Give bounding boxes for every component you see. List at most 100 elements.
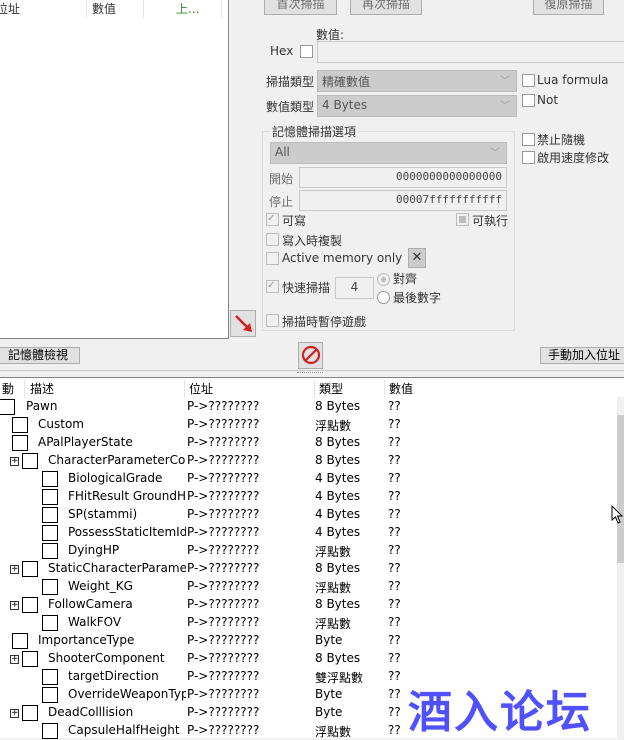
alignment-radio[interactable] — [377, 273, 390, 286]
speedhack-checkbox[interactable] — [522, 151, 535, 164]
active-checkbox[interactable] — [12, 417, 28, 433]
add-address-manually-button[interactable]: 手動加入位址 — [540, 347, 624, 364]
col-value[interactable]: 數值 — [385, 380, 445, 398]
col-description[interactable]: 描述 — [26, 380, 185, 398]
last-digits-radio[interactable] — [377, 291, 390, 304]
executable-checkbox[interactable] — [456, 213, 469, 226]
close-icon[interactable]: ✕ — [408, 248, 426, 268]
writable-checkbox[interactable]: ✓ — [266, 213, 279, 226]
scan-type-select[interactable]: 精確數值 ﹀ — [317, 70, 517, 92]
active-checkbox[interactable] — [42, 543, 58, 559]
table-row[interactable]: DyingHP P->???????? 浮點數?? — [0, 542, 615, 560]
table-row[interactable]: PossessStaticItemId P->???????? 4 Bytes?? — [0, 524, 615, 542]
active-checkbox[interactable] — [42, 579, 58, 595]
active-checkbox[interactable] — [12, 435, 28, 451]
row-description: StaticCharacterParameter — [48, 561, 186, 575]
table-row[interactable]: WalkFOV P->???????? 浮點數?? — [0, 614, 615, 632]
value-input[interactable] — [317, 41, 624, 63]
col-value[interactable]: 數值 — [88, 0, 144, 18]
active-checkbox[interactable] — [42, 507, 58, 523]
table-row[interactable]: + StaticCharacterParameterP->???????? 8 By… — [0, 560, 615, 578]
region-value: All — [275, 145, 290, 159]
row-address: P->???????? — [187, 705, 260, 719]
splitter-grip[interactable] — [297, 372, 323, 374]
col-active[interactable]: 動 — [0, 380, 25, 398]
active-checkbox[interactable] — [42, 489, 58, 505]
active-checkbox[interactable] — [22, 453, 38, 469]
table-row[interactable]: SP(stammi) P->???????? 4 Bytes?? — [0, 506, 615, 524]
table-row[interactable]: + CharacterParameterComponentP->???????? 8… — [0, 452, 615, 470]
col-address[interactable]: 位址 — [185, 380, 315, 398]
chevron-down-icon: ﹀ — [500, 76, 510, 87]
active-checkbox[interactable] — [42, 615, 58, 631]
row-description: BiologicalGrade — [68, 471, 163, 485]
table-row[interactable]: + ShooterComponent P->???????? 8 Bytes?? — [0, 650, 615, 668]
row-type: 浮點數 — [315, 617, 352, 631]
row-value: ?? — [388, 561, 401, 575]
fast-scan-input[interactable]: 4 — [335, 277, 374, 299]
table-row[interactable]: ImportanceType P->???????? Byte?? — [0, 632, 615, 650]
value-type-select[interactable]: 4 Bytes ﹀ — [317, 95, 517, 117]
mouse-cursor-icon — [611, 505, 624, 524]
stop-address-input[interactable]: 00007fffffffffff — [299, 190, 507, 211]
region-select[interactable]: All ﹀ — [270, 142, 507, 164]
add-to-list-arrow-button[interactable] — [230, 310, 256, 337]
row-type: 4 Bytes — [315, 507, 361, 521]
table-row[interactable]: FHitResult GroundHit P->???????? 4 Bytes?? — [0, 488, 615, 506]
row-address: P->???????? — [187, 489, 260, 503]
value-type-label: 數值類型 — [266, 100, 315, 114]
pause-game-checkbox[interactable] — [266, 314, 279, 327]
active-checkbox[interactable] — [42, 723, 58, 739]
scrollbar-thumb[interactable] — [617, 415, 624, 563]
row-type: Byte — [315, 687, 343, 701]
row-address: P->???????? — [187, 525, 260, 539]
active-checkbox[interactable] — [12, 633, 28, 649]
memory-view-button[interactable]: 記憶體檢視 — [0, 347, 80, 364]
col-previous[interactable]: 上... — [174, 0, 222, 18]
row-description: Weight_KG — [68, 579, 133, 593]
expand-icon[interactable]: + — [10, 457, 19, 466]
row-type: 浮點數 — [315, 545, 352, 559]
table-row[interactable]: BiologicalGrade P->???????? 4 Bytes?? — [0, 470, 615, 488]
active-checkbox[interactable] — [22, 705, 38, 721]
stop-button[interactable] — [298, 342, 323, 369]
table-row[interactable]: APalPlayerState P->???????? 8 Bytes?? — [0, 434, 615, 452]
splitter[interactable] — [0, 370, 624, 371]
active-checkbox[interactable] — [42, 471, 58, 487]
table-row[interactable]: Weight_KG P->???????? 浮點數?? — [0, 578, 615, 596]
row-address: P->???????? — [187, 507, 260, 521]
expand-icon[interactable]: + — [10, 565, 19, 574]
expand-icon[interactable]: + — [10, 655, 19, 664]
undo-scan-button[interactable]: 復原掃描 — [533, 0, 604, 15]
table-row[interactable]: Pawn P->???????? 8 Bytes?? — [0, 398, 615, 416]
active-memory-checkbox[interactable] — [266, 252, 279, 265]
start-address-input[interactable]: 0000000000000000 — [299, 167, 507, 188]
first-scan-button[interactable]: 首次掃描 — [264, 0, 337, 15]
active-checkbox[interactable] — [42, 687, 58, 703]
stop-label: 停止 — [269, 195, 294, 209]
active-checkbox[interactable] — [0, 399, 15, 415]
active-checkbox[interactable] — [22, 597, 38, 613]
hex-checkbox[interactable] — [300, 45, 313, 58]
table-row[interactable]: Custom P->???????? 浮點數?? — [0, 416, 615, 434]
col-address[interactable]: 位址 — [0, 0, 87, 18]
watermark-logo: 酒入论坛 — [408, 687, 592, 738]
not-checkbox[interactable] — [522, 94, 535, 107]
lua-formula-checkbox[interactable] — [522, 74, 535, 87]
row-type: 8 Bytes — [315, 435, 361, 449]
row-address: P->???????? — [187, 651, 260, 665]
col-type[interactable]: 類型 — [315, 380, 385, 398]
no-random-checkbox[interactable] — [522, 133, 535, 146]
table-row[interactable]: + FollowCamera P->???????? 8 Bytes?? — [0, 596, 615, 614]
active-checkbox[interactable] — [42, 525, 58, 541]
chevron-down-icon: ﹀ — [490, 148, 500, 159]
active-checkbox[interactable] — [22, 651, 38, 667]
active-checkbox[interactable] — [22, 561, 38, 577]
copy-on-write-checkbox[interactable] — [266, 233, 279, 246]
fast-scan-checkbox[interactable]: ✓ — [266, 280, 279, 293]
next-scan-button[interactable]: 再次掃描 — [350, 0, 422, 15]
expand-icon[interactable]: + — [10, 601, 19, 610]
found-address-list[interactable]: 位址 數值 上... — [0, 0, 229, 339]
active-checkbox[interactable] — [42, 669, 58, 685]
expand-icon[interactable]: + — [10, 709, 19, 718]
